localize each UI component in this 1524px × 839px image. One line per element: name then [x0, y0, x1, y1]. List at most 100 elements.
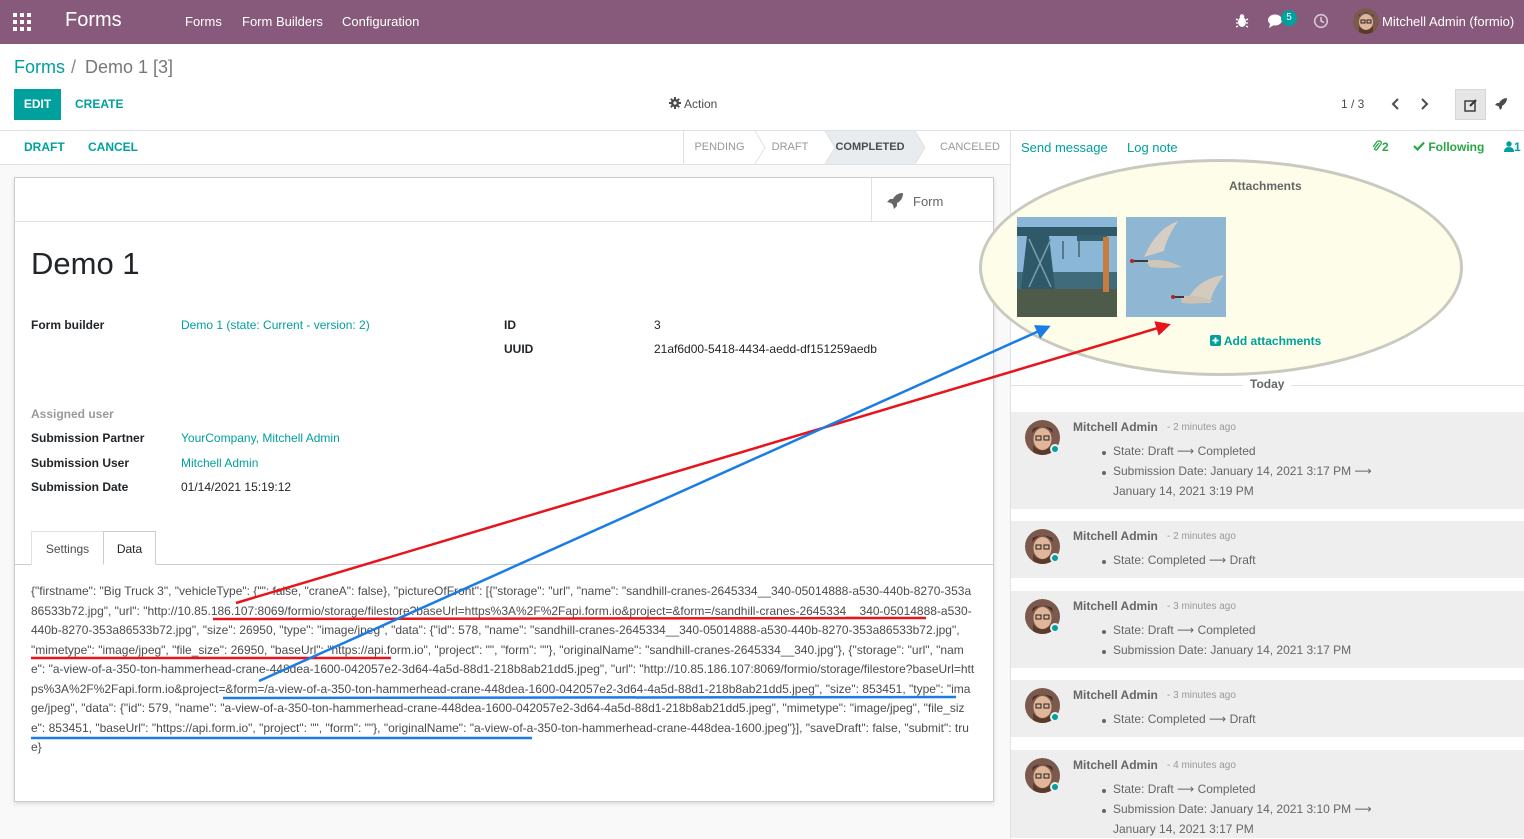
button-box-divider — [15, 221, 993, 222]
form-view-switch-button[interactable] — [1455, 89, 1486, 120]
tracking-bullet — [1102, 789, 1106, 793]
online-status-dot — [1050, 623, 1060, 633]
tracking-value-line: State: Draft ⟶ Completed — [1113, 782, 1256, 796]
form-smart-button[interactable]: Form — [871, 178, 993, 221]
check-icon — [1413, 141, 1425, 152]
stage-arrows — [754, 131, 926, 164]
tracking-bullet — [1102, 650, 1106, 654]
tracking-value-line: Submission Date: January 14, 2021 3:17 P… — [1113, 643, 1352, 657]
online-status-dot — [1050, 444, 1060, 454]
status-stages: PENDING DRAFT COMPLETED CANCELED — [683, 131, 1010, 164]
chatter-message: Mitchell Admin - 3 minutes ago State: Comp… — [1011, 680, 1524, 738]
message-author[interactable]: Mitchell Admin — [1073, 688, 1158, 702]
pager-value[interactable]: 1 / 3 — [1341, 97, 1364, 111]
rocket-icon — [887, 193, 903, 209]
app-brand[interactable]: Forms — [65, 9, 122, 32]
breadcrumb-current: Demo 1 [3] — [85, 57, 174, 77]
tracking-value-line: State: Draft ⟶ Completed — [1113, 623, 1256, 637]
log-note-button[interactable]: Log note — [1127, 140, 1178, 155]
chatter-message: Mitchell Admin - 3 minutes ago State: Draf… — [1011, 591, 1524, 669]
create-button[interactable]: CREATE — [75, 97, 123, 111]
paperclip-icon — [1372, 140, 1382, 151]
attachment-count-button[interactable]: 2 — [1372, 140, 1389, 154]
tracking-bullet — [1102, 451, 1106, 455]
message-date: - 4 minutes ago — [1167, 760, 1236, 771]
tracking-value-line: State: Completed ⟶ Draft — [1113, 712, 1256, 726]
chevron-right-icon[interactable] — [1417, 97, 1431, 111]
message-date: - 2 minutes ago — [1167, 531, 1236, 542]
add-attachments-button[interactable]: Add attachments — [1210, 334, 1321, 348]
online-status-dot — [1050, 782, 1060, 792]
breadcrumb-forms-link[interactable]: Forms — [14, 57, 65, 78]
tracking-value-line: January 14, 2021 3:17 PM — [1113, 822, 1254, 836]
followers-count: 1 — [1514, 140, 1521, 154]
attachment-count: 2 — [1382, 140, 1389, 154]
tracking-bullet — [1102, 560, 1106, 564]
attachments-title: Attachments — [1229, 179, 1302, 193]
cancel-button[interactable]: CANCEL — [88, 140, 138, 154]
chatter-message: Mitchell Admin - 4 minutes ago State: Draf… — [1011, 750, 1524, 839]
tracking-value-line: Submission Date: January 14, 2021 3:17 P… — [1113, 464, 1372, 478]
message-author[interactable]: Mitchell Admin — [1073, 529, 1158, 543]
tracking-bullet — [1102, 471, 1106, 475]
attachment-cranes-birds-image[interactable] — [1126, 217, 1226, 317]
submission-date-label: Submission Date — [31, 480, 129, 494]
tracking-bullet — [1102, 630, 1106, 634]
form-builder-label: Form builder — [31, 318, 105, 332]
apps-menu-icon[interactable] — [12, 12, 32, 32]
action-menu-button[interactable]: Action — [669, 97, 717, 111]
edit-square-icon — [1464, 99, 1477, 112]
submission-user-label: Submission User — [31, 456, 130, 470]
message-author[interactable]: Mitchell Admin — [1073, 758, 1158, 772]
submission-data-json: {"firstname": "Big Truck 3", "vehicleTyp… — [31, 584, 975, 754]
tracking-value-line: State: Completed ⟶ Draft — [1113, 553, 1256, 567]
rocket-view-icon[interactable] — [1494, 97, 1508, 111]
messages-count-badge: 5 — [1281, 10, 1297, 26]
message-author[interactable]: Mitchell Admin — [1073, 420, 1158, 434]
uuid-label: UUID — [504, 342, 534, 356]
tracking-value-line: Submission Date: January 14, 2021 3:10 P… — [1113, 802, 1372, 816]
edit-button[interactable]: EDIT — [14, 89, 61, 120]
activity-clock-icon[interactable] — [1313, 13, 1329, 29]
user-menu-name[interactable]: Mitchell Admin (formio) — [1382, 14, 1514, 29]
form-builder-link[interactable]: Demo 1 (state: Current - version: 2) — [181, 318, 370, 332]
tab-data[interactable]: Data — [103, 531, 156, 565]
chevron-left-icon[interactable] — [1389, 97, 1403, 111]
debug-bug-icon[interactable] — [1235, 13, 1249, 29]
tab-settings[interactable]: Settings — [31, 531, 104, 565]
chatter-message: Mitchell Admin - 2 minutes ago State: Draf… — [1011, 412, 1524, 510]
message-date: - 2 minutes ago — [1167, 422, 1236, 433]
top-navbar: Forms Forms Form Builders Configuration … — [0, 0, 1524, 44]
send-message-button[interactable]: Send message — [1021, 140, 1108, 155]
following-label: Following — [1428, 140, 1485, 154]
submission-partner-label: Submission Partner — [31, 431, 145, 445]
submission-partner-link[interactable]: YourCompany, Mitchell Admin — [181, 431, 340, 445]
breadcrumb-separator: / — [71, 57, 77, 77]
uuid-value: 21af6d00-5418-4434-aedd-df151259aedb — [654, 342, 877, 356]
submission-date-value: 01/14/2021 15:19:12 — [181, 480, 292, 494]
user-avatar[interactable] — [1353, 8, 1379, 34]
tracking-bullet — [1102, 809, 1106, 813]
tracking-bullet — [1102, 719, 1106, 723]
tracking-value-line: January 14, 2021 3:19 PM — [1113, 484, 1254, 498]
menu-forms[interactable]: Forms — [185, 14, 222, 29]
message-date: - 3 minutes ago — [1167, 690, 1236, 701]
menu-configuration[interactable]: Configuration — [342, 14, 419, 29]
set-draft-button[interactable]: DRAFT — [24, 140, 65, 154]
today-separator: Today — [1243, 377, 1292, 391]
message-author[interactable]: Mitchell Admin — [1073, 599, 1158, 613]
form-smart-button-label: Form — [913, 194, 944, 209]
user-icon — [1504, 141, 1514, 152]
online-status-dot — [1050, 553, 1060, 563]
tabs-divider — [15, 564, 993, 565]
record-title: Demo 1 — [31, 246, 140, 281]
plus-square-icon — [1210, 335, 1221, 346]
id-label: ID — [504, 318, 516, 332]
following-button[interactable]: Following — [1413, 140, 1484, 154]
attachment-crane-image[interactable] — [1017, 217, 1117, 317]
chatter-message: Mitchell Admin - 2 minutes ago State: Comp… — [1011, 521, 1524, 579]
followers-button[interactable]: 1 — [1504, 140, 1521, 154]
message-date: - 3 minutes ago — [1167, 601, 1236, 612]
submission-user-link[interactable]: Mitchell Admin — [181, 456, 258, 470]
menu-form-builders[interactable]: Form Builders — [242, 14, 323, 29]
